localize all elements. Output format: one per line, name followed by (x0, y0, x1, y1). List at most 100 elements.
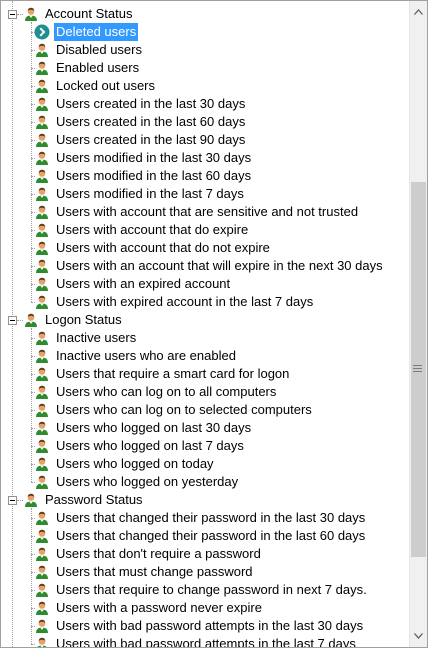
item-label: Deleted users (54, 23, 139, 41)
item-label: Disabled users (56, 42, 142, 57)
vertical-scrollbar[interactable] (409, 1, 427, 647)
user-icon (36, 601, 48, 615)
item-label: Users who logged on last 30 days (56, 420, 252, 435)
collapse-toggle[interactable] (8, 316, 17, 325)
item-label: Users that require a smart card for logo… (56, 366, 290, 381)
report-tree-panel: Account Status Deleted users Disabled user… (0, 0, 428, 648)
tree-item[interactable]: Locked out users (34, 77, 157, 95)
tree-group-node[interactable]: Logon Status (23, 311, 124, 329)
tree-item[interactable]: Users who can log on to selected compute… (34, 401, 314, 419)
tree-item[interactable]: Users with account that do not expire (34, 239, 272, 257)
tree-item[interactable]: Users modified in the last 30 days (34, 149, 253, 167)
user-icon (36, 115, 48, 129)
item-label: Users modified in the last 60 days (56, 168, 252, 183)
tree-item[interactable]: Users with an account that will expire i… (34, 257, 385, 275)
tree-item[interactable]: Users who can log on to all computers (34, 383, 278, 401)
item-label: Users modified in the last 7 days (56, 186, 244, 201)
item-label: Users who logged on yesterday (56, 474, 239, 489)
user-icon (36, 133, 48, 147)
item-label: Users with bad password attempts in the … (56, 618, 364, 633)
tree-item[interactable]: Inactive users (34, 329, 138, 347)
item-label: Users with an expired account (56, 276, 231, 291)
user-icon (36, 169, 48, 183)
item-label: Inactive users (56, 330, 137, 345)
scroll-down-button[interactable] (410, 627, 427, 644)
tree-item[interactable]: Users that require a smart card for logo… (34, 365, 291, 383)
tree-item[interactable]: Users that changed their password in the… (34, 527, 367, 545)
user-icon (36, 403, 48, 417)
user-icon (36, 205, 48, 219)
item-label: Users that must change password (56, 564, 253, 579)
tree-item[interactable]: Users created in the last 60 days (34, 113, 247, 131)
tree-item[interactable]: Users with an expired account (34, 275, 232, 293)
item-label: Users modified in the last 30 days (56, 150, 252, 165)
group-label: Logon Status (45, 312, 122, 327)
item-label: Users that don't require a password (56, 546, 261, 561)
user-icon (36, 43, 48, 57)
tree-item[interactable]: Users modified in the last 60 days (34, 167, 253, 185)
tree-item[interactable]: Users that require to change password in… (34, 581, 369, 599)
user-icon (36, 241, 48, 255)
tree-item[interactable]: Deleted users (34, 23, 139, 41)
scroll-up-button[interactable] (410, 3, 427, 20)
tree-item[interactable]: Users with bad password attempts in the … (34, 617, 365, 635)
item-label: Users that require to change password in… (56, 582, 367, 597)
tree-connector (31, 22, 32, 302)
item-label: Users who logged on last 7 days (56, 438, 244, 453)
tree-item[interactable]: Users with expired account in the last 7… (34, 293, 315, 311)
tree-item[interactable]: Users who logged on yesterday (34, 473, 240, 491)
tree-item[interactable]: Users created in the last 90 days (34, 131, 247, 149)
tree-item[interactable]: Users that must change password (34, 563, 255, 581)
group-label: Account Status (45, 6, 133, 21)
tree-item[interactable]: Users created in the last 30 days (34, 95, 247, 113)
item-label: Users created in the last 90 days (56, 132, 246, 147)
user-icon (36, 439, 48, 453)
user-icon (36, 151, 48, 165)
item-label: Users with account that do not expire (56, 240, 270, 255)
user-icon (36, 259, 48, 273)
user-icon (36, 61, 48, 75)
item-label: Inactive users who are enabled (56, 348, 236, 363)
tree-group-node[interactable]: Account Status (23, 5, 134, 23)
tree-item[interactable]: Disabled users (34, 41, 144, 59)
tree-item[interactable]: Enabled users (34, 59, 141, 77)
user-icon (25, 493, 37, 507)
user-icon (36, 79, 48, 93)
grip-icon (413, 365, 422, 374)
user-icon (36, 457, 48, 471)
item-label: Users who logged on today (56, 456, 214, 471)
collapse-toggle[interactable] (8, 496, 17, 505)
tree-item[interactable]: Users modified in the last 7 days (34, 185, 246, 203)
collapse-toggle[interactable] (8, 10, 17, 19)
tree-item[interactable]: Users with account that do expire (34, 221, 250, 239)
item-label: Users with expired account in the last 7… (56, 294, 314, 309)
item-label: Locked out users (56, 78, 156, 93)
tree-connector (31, 328, 32, 482)
tree-item[interactable]: Users with bad password attempts in the … (34, 635, 358, 647)
tree-connector (31, 508, 32, 644)
item-label: Users with bad password attempts in the … (56, 636, 356, 647)
user-icon (25, 7, 37, 21)
arrow-right-circle-icon (34, 24, 50, 40)
tree-item[interactable]: Users who logged on last 7 days (34, 437, 246, 455)
item-label: Users with a password never expire (56, 600, 262, 615)
item-label: Enabled users (56, 60, 140, 75)
user-icon (36, 97, 48, 111)
item-label: Users created in the last 60 days (56, 114, 246, 129)
tree-item[interactable]: Users with a password never expire (34, 599, 264, 617)
report-tree[interactable]: Account Status Deleted users Disabled user… (1, 1, 407, 647)
item-label: Users who can log on to all computers (56, 384, 277, 399)
tree-group-node[interactable]: Password Status (23, 491, 145, 509)
tree-item[interactable]: Users who logged on last 30 days (34, 419, 253, 437)
user-icon (36, 511, 48, 525)
tree-item[interactable]: Users who logged on today (34, 455, 216, 473)
item-label: Users created in the last 30 days (56, 96, 246, 111)
tree-item[interactable]: Inactive users who are enabled (34, 347, 238, 365)
tree-item[interactable]: Users with account that are sensitive an… (34, 203, 360, 221)
user-icon (36, 421, 48, 435)
tree-item[interactable]: Users that changed their password in the… (34, 509, 367, 527)
user-icon (36, 565, 48, 579)
user-icon (36, 547, 48, 561)
user-icon (36, 619, 48, 633)
tree-item[interactable]: Users that don't require a password (34, 545, 263, 563)
